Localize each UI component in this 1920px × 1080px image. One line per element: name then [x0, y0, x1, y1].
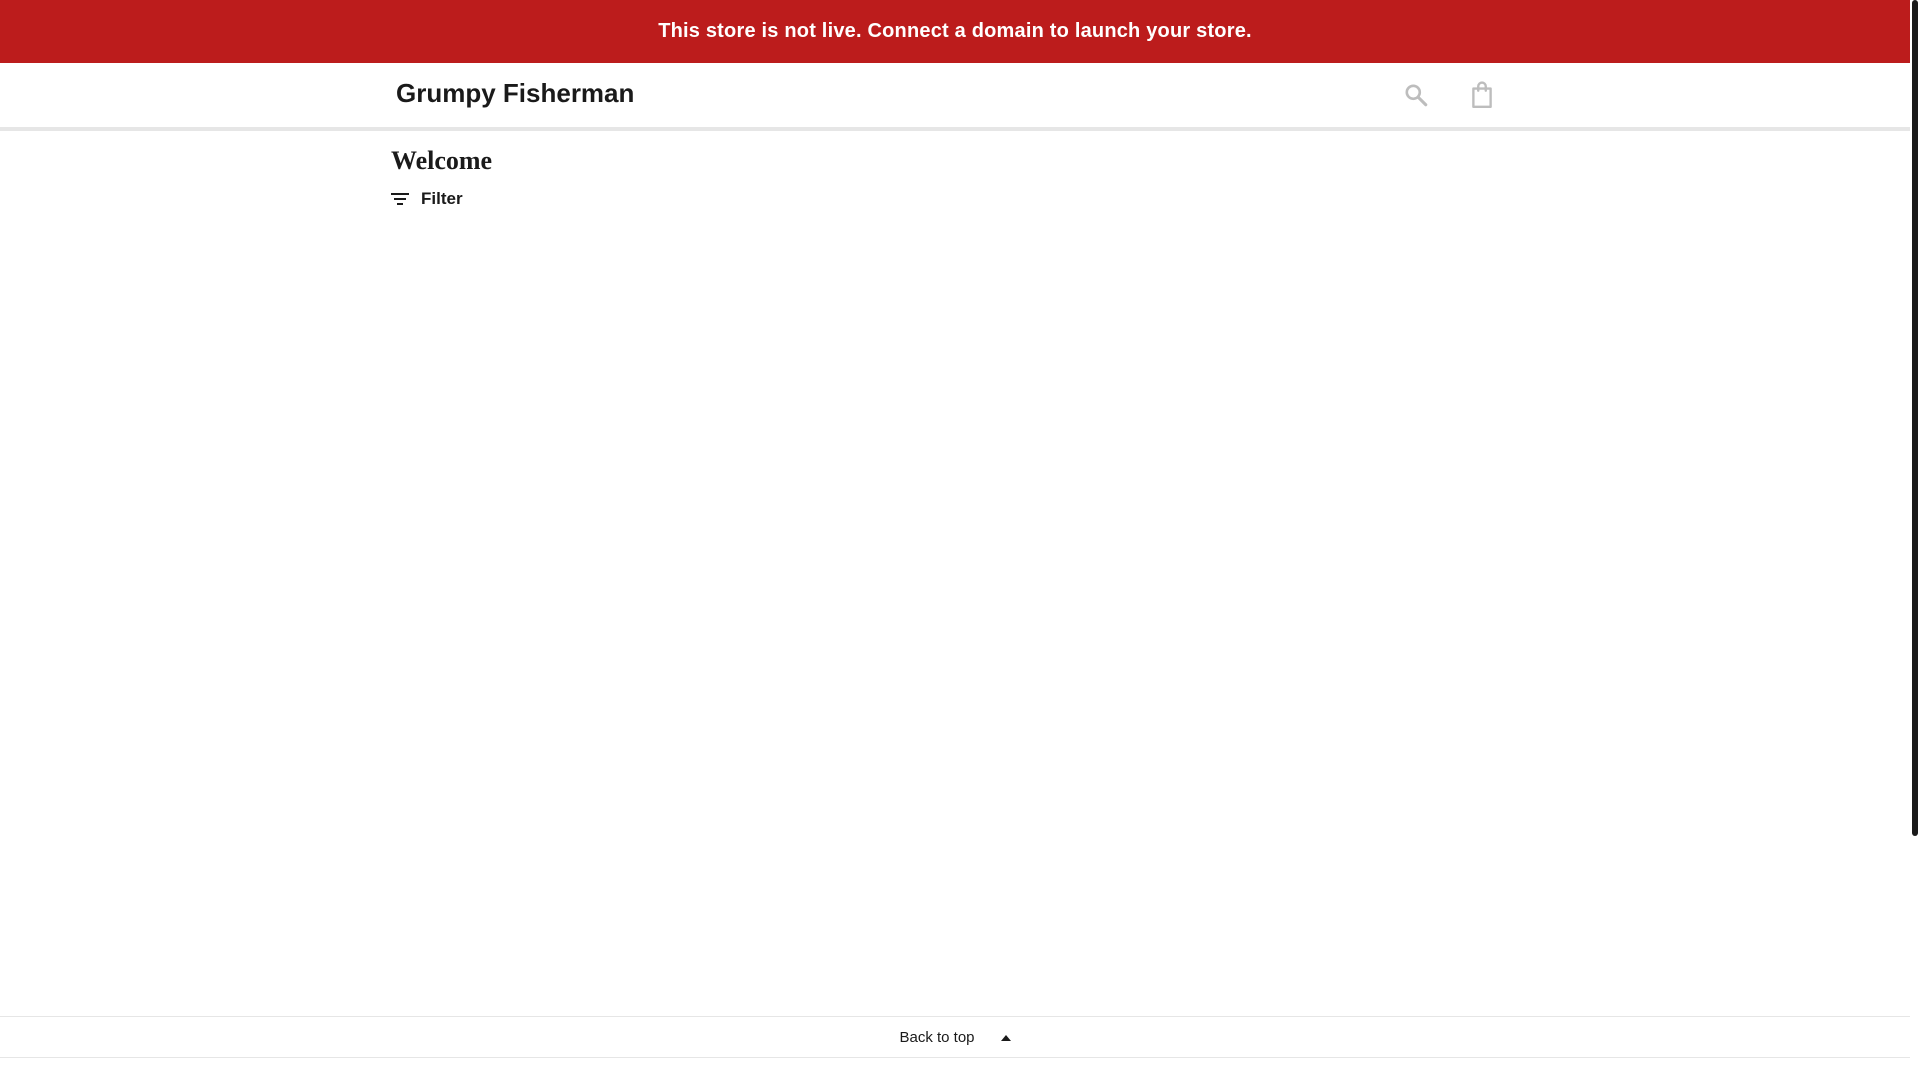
cart-button[interactable]: [1466, 79, 1498, 111]
site-header: Grumpy Fisherman: [0, 63, 1910, 131]
filter-icon: [391, 193, 409, 205]
shopping-bag-icon: [1472, 81, 1492, 109]
store-name-link[interactable]: Grumpy Fisherman: [396, 78, 634, 109]
scrollbar-thumb[interactable]: [1912, 0, 1918, 836]
store-not-live-banner: This store is not live. Connect a domain…: [0, 0, 1910, 63]
footer-bar: Back to top: [0, 1016, 1910, 1058]
caret-up-icon: [1000, 1035, 1011, 1041]
content-area: This store is not live. Connect a domain…: [0, 0, 1910, 1080]
page: This store is not live. Connect a domain…: [0, 0, 1920, 1080]
filter-label: Filter: [421, 189, 463, 208]
back-to-top-button[interactable]: Back to top: [899, 1028, 1011, 1046]
page-title: Welcome: [391, 146, 493, 175]
search-icon: [1405, 84, 1428, 107]
vertical-scrollbar[interactable]: [1910, 0, 1920, 1080]
filter-button[interactable]: Filter: [391, 189, 463, 209]
back-to-top-label: Back to top: [899, 1028, 975, 1046]
main-content: Welcome Filter: [391, 143, 1521, 211]
search-button[interactable]: [1400, 79, 1432, 111]
banner-message: This store is not live. Connect a domain…: [658, 20, 1252, 42]
